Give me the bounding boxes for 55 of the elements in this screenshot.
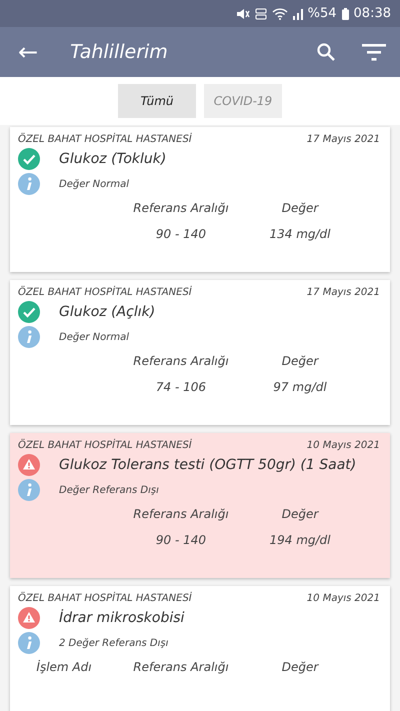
column-header: Referans Aralığı [132,201,230,215]
battery-icon [342,8,349,20]
test-name: İdrar mikroskobisi [59,610,184,626]
result-note: Değer Normal [59,332,129,342]
column-header: Referans Aralığı [132,507,230,521]
test-name: Glukoz Tolerans testi (OGTT 50gr) (1 Saat) [59,457,356,473]
signal-icon [292,8,303,20]
test-name: Glukoz (Tokluk) [59,151,166,167]
hospital-name: ÖZEL BAHAT HOSPİTAL HASTANESİ [18,134,192,145]
mute-icon [236,8,250,20]
result-date: 10 Mayıs 2021 [306,593,380,604]
battery-percent: %54 [308,6,337,21]
check-icon [18,148,40,170]
result-card[interactable]: ÖZEL BAHAT HOSPİTAL HASTANESİ 17 Mayıs 2021 Glukoz (Tokluk) Değer Normal Referans Aralığı Değer 90 - 140 134 mg/dl [10,127,390,272]
warning-icon [18,607,40,629]
check-icon [18,301,40,323]
hospital-name: ÖZEL BAHAT HOSPİTAL HASTANESİ [18,287,192,298]
result-note: Değer Referans Dışı [59,484,159,496]
hospital-name: ÖZEL BAHAT HOSPİTAL HASTANESİ [18,593,192,604]
result-value: 134 mg/dl [268,227,332,241]
column-header: Değer [280,201,320,215]
back-button[interactable]: ← [10,38,46,66]
column-header: İşlem Adı [35,660,93,674]
result-value: 74 - 106 [154,380,208,394]
hospital-name: ÖZEL BAHAT HOSPİTAL HASTANESİ [18,440,192,451]
result-value: 97 mg/dl [272,380,328,394]
result-value: 90 - 140 [154,533,208,547]
info-icon[interactable] [18,326,40,348]
result-card[interactable]: ÖZEL BAHAT HOSPİTAL HASTANESİ 17 Mayıs 2021 Glukoz (Açlık) Değer Normal Referans Aralığı Değer 74 - 106 97 mg/dl [10,280,390,425]
result-value: 90 - 140 [154,227,208,241]
result-note: Değer Normal [59,178,129,190]
test-name: Glukoz (Açlık) [59,304,156,320]
column-header: Referans Aralığı [132,660,230,674]
wifi-icon [272,8,288,20]
warning-icon [18,454,40,476]
filter-icon[interactable] [362,43,386,61]
result-date: 17 Mayıs 2021 [306,134,380,145]
info-icon[interactable] [18,173,40,195]
info-icon[interactable] [18,632,40,654]
filter-tab[interactable]: Tümü [118,84,196,118]
result-card[interactable]: ÖZEL BAHAT HOSPİTAL HASTANESİ 10 Mayıs 2021 İdrar mikroskobisi 2 Değer Referans Dışı İşlem Adı Referans Aralığı Değer [10,586,390,711]
result-value: 194 mg/dl [268,533,332,547]
result-date: 17 Mayıs 2021 [306,287,380,298]
result-date: 10 Mayıs 2021 [306,440,380,451]
column-header: Değer [280,354,320,368]
column-header: Değer [280,660,320,674]
search-icon[interactable] [316,42,336,62]
column-header: Değer [280,507,320,521]
result-note: 2 Değer Referans Dışı [59,638,168,648]
page-title: Tahlillerim [70,41,169,63]
info-icon[interactable] [18,479,40,501]
lte-icon [254,8,267,20]
clock: 08:38 [354,6,391,21]
column-header: Referans Aralığı [132,354,230,368]
result-card[interactable]: ÖZEL BAHAT HOSPİTAL HASTANESİ 10 Mayıs 2021 Glukoz Tolerans testi (OGTT 50gr) (1 Saat) Değer Referans Dışı Referans Aralığı Değer 90 - 140 194 mg/dl [10,433,390,578]
